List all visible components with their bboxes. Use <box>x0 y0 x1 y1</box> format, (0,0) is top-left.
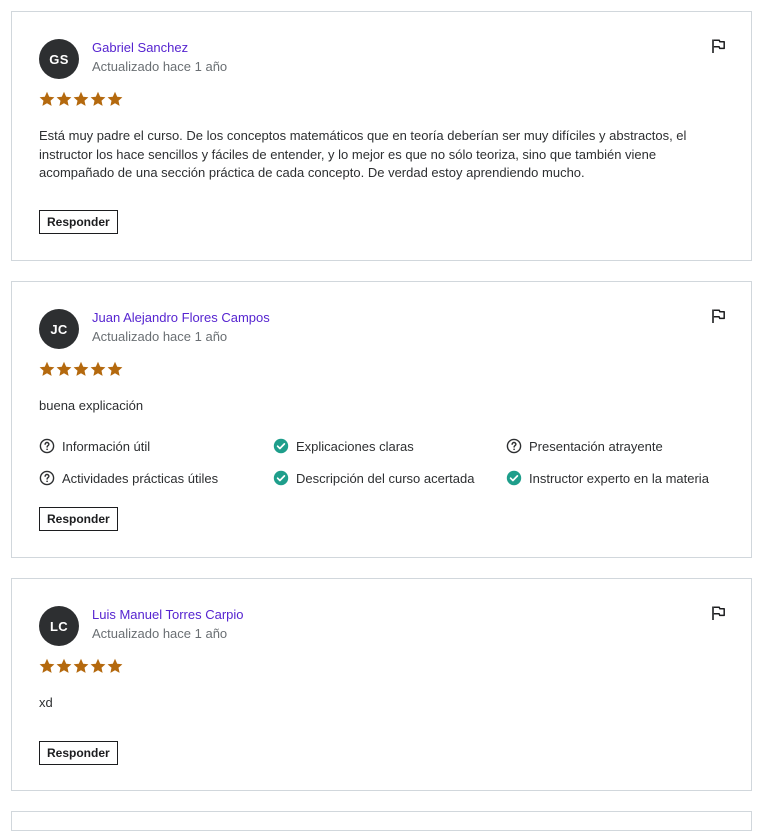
feedback-tag-label: Explicaciones claras <box>296 438 414 454</box>
star-icon <box>56 658 72 674</box>
star-rating <box>39 91 123 107</box>
review-card: LC Luis Manuel Torres Carpio Actualizado… <box>11 578 752 791</box>
reviewer-name[interactable]: Luis Manuel Torres Carpio <box>92 607 244 622</box>
flag-icon[interactable] <box>710 38 726 54</box>
question-circle-icon <box>506 438 522 454</box>
avatar: JC <box>39 309 79 349</box>
reviewer-name[interactable]: Juan Alejandro Flores Campos <box>92 310 270 325</box>
flag-icon[interactable] <box>710 605 726 621</box>
star-icon <box>56 91 72 107</box>
reply-button[interactable]: Responder <box>39 210 118 234</box>
review-card <box>11 811 752 831</box>
review-card: JC Juan Alejandro Flores Campos Actualiz… <box>11 281 752 558</box>
feedback-tag-label: Instructor experto en la materia <box>529 470 709 486</box>
star-icon <box>107 658 123 674</box>
star-icon <box>39 361 55 377</box>
feedback-tag-label: Presentación atrayente <box>529 438 663 454</box>
reviewer-name[interactable]: Gabriel Sanchez <box>92 40 188 55</box>
question-circle-icon <box>39 470 55 486</box>
review-text: buena explicación <box>39 398 144 413</box>
star-icon <box>73 658 89 674</box>
feedback-tag: Información útil <box>39 438 150 454</box>
star-icon <box>39 658 55 674</box>
avatar: LC <box>39 606 79 646</box>
star-icon <box>73 91 89 107</box>
feedback-tag: Presentación atrayente <box>506 438 663 454</box>
reply-button[interactable]: Responder <box>39 741 118 765</box>
review-date: Actualizado hace 1 año <box>92 626 228 641</box>
review-text: xd <box>39 695 53 710</box>
check-circle-icon <box>273 470 289 486</box>
review-date: Actualizado hace 1 año <box>92 329 228 344</box>
star-icon <box>90 361 106 377</box>
feedback-tag: Actividades prácticas útiles <box>39 470 218 486</box>
feedback-tag: Instructor experto en la materia <box>506 470 709 486</box>
star-icon <box>73 361 89 377</box>
star-icon <box>90 658 106 674</box>
avatar: GS <box>39 39 79 79</box>
check-circle-icon <box>273 438 289 454</box>
star-icon <box>56 361 72 377</box>
star-icon <box>107 91 123 107</box>
star-icon <box>107 361 123 377</box>
flag-icon[interactable] <box>710 308 726 324</box>
star-icon <box>39 91 55 107</box>
review-date: Actualizado hace 1 año <box>92 59 228 74</box>
feedback-tag-label: Actividades prácticas útiles <box>62 470 219 486</box>
feedback-tag: Descripción del curso acertada <box>273 470 474 486</box>
review-text: Está muy padre el curso. De los concepto… <box>39 128 687 180</box>
check-circle-icon <box>506 470 522 486</box>
reply-button[interactable]: Responder <box>39 507 118 531</box>
feedback-tag-label: Descripción del curso acertada <box>296 470 475 486</box>
star-icon <box>90 91 106 107</box>
feedback-tag-label: Información útil <box>62 438 151 454</box>
feedback-tag: Explicaciones claras <box>273 438 414 454</box>
star-rating <box>39 658 123 674</box>
review-card: GS Gabriel Sanchez Actualizado hace 1 añ… <box>11 11 752 261</box>
question-circle-icon <box>39 438 55 454</box>
star-rating <box>39 361 123 377</box>
